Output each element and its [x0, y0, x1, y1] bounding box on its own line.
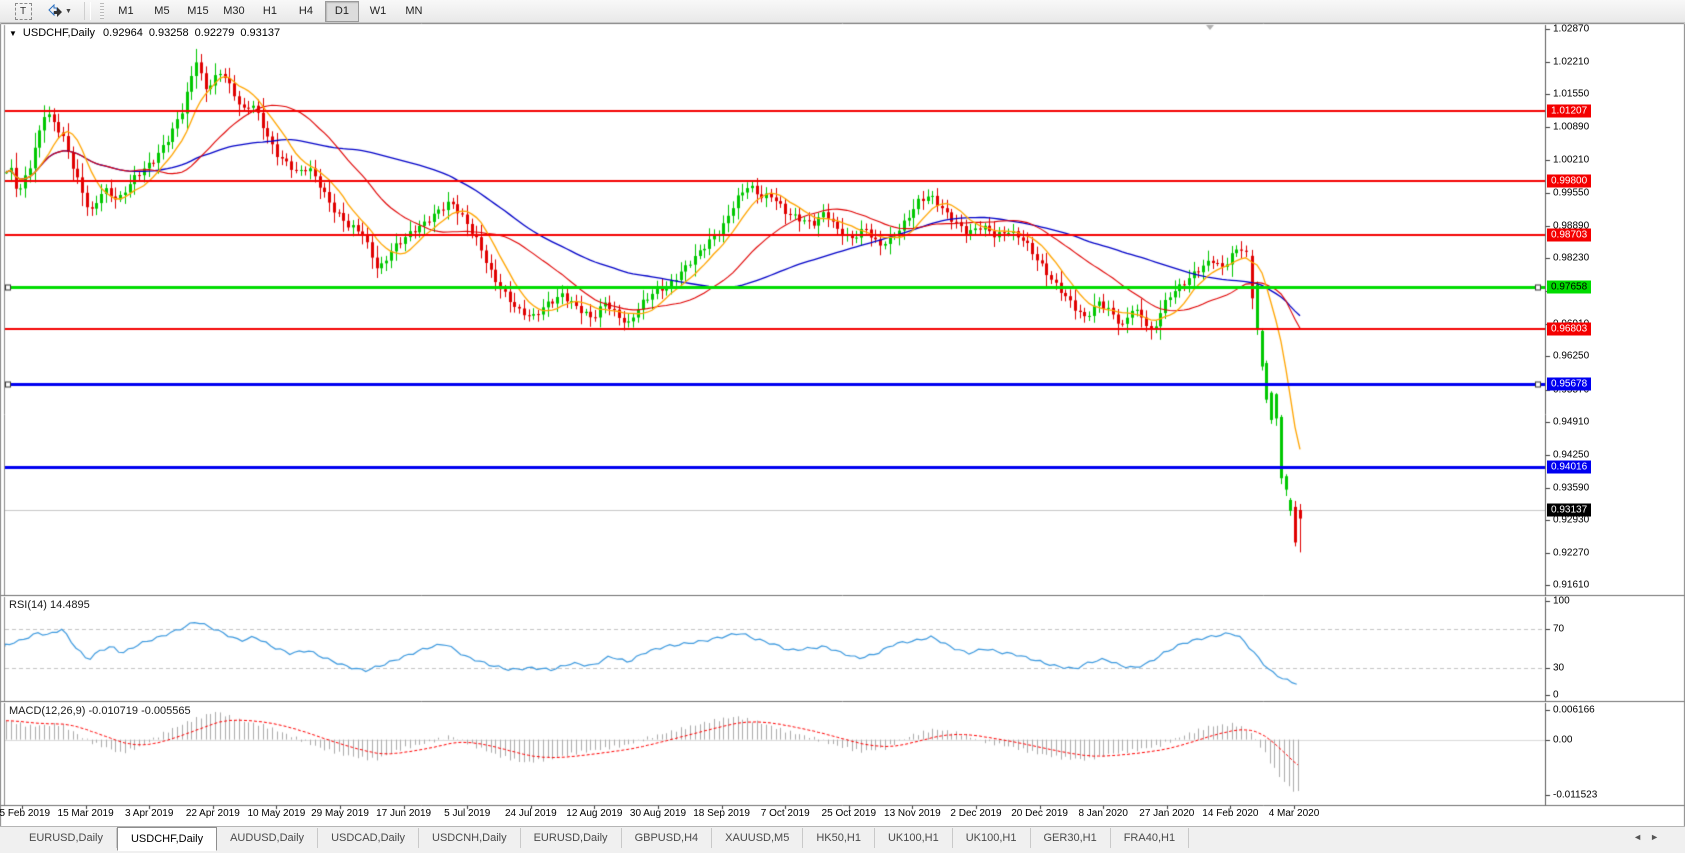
price-tick-label: 0.91610 — [1553, 579, 1590, 591]
symbol-tab-5[interactable]: EURUSD,Daily — [521, 828, 622, 848]
date-tick-label: 29 May 2019 — [311, 808, 369, 819]
price-level-badge: 0.94016 — [1547, 460, 1592, 474]
date-tick-label: 18 Sep 2019 — [693, 808, 750, 819]
price-tick-label: 0.93590 — [1553, 482, 1590, 494]
date-tick-label: 8 Jan 2020 — [1078, 808, 1128, 819]
rsi-tick-label: 30 — [1553, 662, 1565, 674]
price-tick-label: 0.94250 — [1553, 449, 1590, 461]
timeframe-button-mn[interactable]: MN — [397, 1, 431, 22]
date-tick-label: 20 Dec 2019 — [1011, 808, 1068, 819]
tab-scroll-left-icon[interactable]: ◄ — [1633, 832, 1650, 842]
price-level-badge: 0.97658 — [1547, 280, 1592, 294]
timeframe-button-m1[interactable]: M1 — [109, 1, 143, 22]
price-level-badge: 0.93137 — [1547, 503, 1592, 517]
symbol-tabbar: EURUSD,Daily USDCHF,Daily AUDUSD,Daily USDC… — [0, 826, 1685, 853]
price-tick-label: 0.96250 — [1553, 350, 1590, 362]
rsi-tick-label: 100 — [1553, 595, 1570, 607]
price-tick-label: 0.98230 — [1553, 252, 1590, 264]
date-tick-label: 13 Nov 2019 — [884, 808, 941, 819]
date-tick-label: 7 Oct 2019 — [760, 808, 810, 819]
timeframe-button-w1[interactable]: W1 — [361, 1, 395, 22]
price-tick-label: 1.01550 — [1553, 88, 1590, 100]
timeframe-group: M1 M5 M15 M30 H1 H4 D1 W1 MN — [109, 0, 431, 22]
date-tick-label: 5 Jul 2019 — [444, 808, 491, 819]
price-tick-label: 0.99550 — [1553, 187, 1590, 199]
date-tick-label: 17 Jun 2019 — [376, 808, 432, 819]
text-tool-icon: T — [14, 2, 32, 20]
ohlc-close: 0.93137 — [240, 27, 281, 39]
price-tick-label: 1.00890 — [1553, 121, 1590, 133]
symbol-tab-9[interactable]: UK100,H1 — [875, 828, 953, 848]
cursor-mode-button[interactable]: ▼ — [42, 1, 78, 22]
date-tick-label: 12 Aug 2019 — [566, 808, 623, 819]
price-tick-label: 1.00210 — [1553, 154, 1590, 166]
text-tool-button[interactable]: T — [6, 1, 40, 22]
date-tick-label: 14 Feb 2020 — [1202, 808, 1259, 819]
date-tick-label: 15 Mar 2019 — [57, 808, 114, 819]
price-level-badge: 0.96803 — [1547, 322, 1592, 336]
toolbar-grip — [99, 3, 104, 19]
date-tick-label: 3 Apr 2019 — [125, 808, 174, 819]
date-tick-label: 24 Jul 2019 — [504, 808, 557, 819]
price-tick-label: 1.02870 — [1553, 23, 1590, 35]
price-level-badge: 0.95678 — [1547, 377, 1592, 391]
timeframe-button-h4[interactable]: H4 — [289, 1, 323, 22]
date-tick-label: 27 Jan 2020 — [1139, 808, 1195, 819]
ohlc-low: 0.92279 — [194, 27, 235, 39]
price-level-badge: 1.01207 — [1547, 104, 1592, 118]
date-tick-label: 25 Oct 2019 — [821, 808, 877, 819]
rsi-tick-label: 0 — [1553, 689, 1559, 701]
symbol-period-label: USDCHF,Daily — [22, 27, 96, 39]
date-tick-label: 30 Aug 2019 — [629, 808, 687, 819]
collapse-triangle-icon: ▼ — [9, 28, 17, 38]
macd-tick-label: 0.00 — [1553, 734, 1573, 746]
price-tick-label: 0.94910 — [1553, 416, 1590, 428]
symbol-tab-1[interactable]: USDCHF,Daily — [116, 827, 218, 851]
macd-label: MACD(12,26,9) -0.010719 -0.005565 — [9, 705, 191, 717]
rsi-label: RSI(14) 14.4895 — [9, 599, 90, 611]
symbol-tab-3[interactable]: USDCAD,Daily — [318, 828, 420, 848]
date-tick-label: 4 Mar 2020 — [1268, 808, 1320, 819]
toolbar-separator — [83, 2, 91, 20]
symbol-tab-2[interactable]: AUDUSD,Daily — [217, 828, 319, 848]
mt4-window: T ▼ M1 M5 M15 M30 H1 H4 D1 W1 MN ▼ USDCHF,Daily … — [0, 0, 1685, 853]
symbol-tab-12[interactable]: FRA40,H1 — [1111, 828, 1190, 848]
symbol-tab-8[interactable]: HK50,H1 — [803, 828, 875, 848]
tab-items: EURUSD,Daily USDCHF,Daily AUDUSD,Daily USDC… — [16, 827, 1190, 851]
timeframe-button-m30[interactable]: M30 — [217, 1, 251, 22]
timeframe-button-m5[interactable]: M5 — [145, 1, 179, 22]
symbol-tab-4[interactable]: USDCNH,Daily — [419, 828, 521, 848]
macd-tick-label: 0.006166 — [1553, 704, 1595, 716]
price-tick-label: 1.02210 — [1553, 56, 1590, 68]
chart-title: ▼ USDCHF,Daily 0.92964 0.93258 0.92279 0… — [9, 27, 280, 39]
timeframe-button-m15[interactable]: M15 — [181, 1, 215, 22]
ohlc-open: 0.92964 — [103, 27, 143, 39]
symbol-tab-0[interactable]: EURUSD,Daily — [16, 828, 117, 848]
symbol-tab-11[interactable]: GER30,H1 — [1031, 828, 1111, 848]
price-tick-label: 0.92270 — [1553, 547, 1590, 559]
symbol-tab-7[interactable]: XAUUSD,M5 — [712, 828, 804, 848]
rsi-tick-label: 70 — [1553, 623, 1565, 635]
top-toolbar: T ▼ M1 M5 M15 M30 H1 H4 D1 W1 MN — [0, 0, 1685, 23]
date-tick-label: 22 Apr 2019 — [185, 808, 240, 819]
date-tick-label: 25 Feb 2019 — [0, 808, 51, 819]
chart-canvas[interactable] — [0, 0, 1685, 853]
price-level-badge: 0.99800 — [1547, 174, 1592, 188]
price-level-badge: 0.98703 — [1547, 228, 1592, 242]
timeframe-button-d1[interactable]: D1 — [324, 0, 359, 22]
arrows-icon — [48, 4, 62, 17]
date-tick-label: 2 Dec 2019 — [950, 808, 1002, 819]
chevron-down-icon: ▼ — [65, 7, 72, 15]
tab-scroll-arrows[interactable]: ◄► — [1633, 832, 1667, 842]
date-tick-label: 10 May 2019 — [247, 808, 306, 819]
macd-tick-label: -0.011523 — [1553, 789, 1598, 801]
ohlc-high: 0.93258 — [148, 27, 189, 39]
symbol-tab-6[interactable]: GBPUSD,H4 — [622, 828, 713, 848]
timeframe-button-h1[interactable]: H1 — [253, 1, 287, 22]
tab-scroll-right-icon[interactable]: ► — [1650, 832, 1667, 842]
symbol-tab-10[interactable]: UK100,H1 — [953, 828, 1031, 848]
